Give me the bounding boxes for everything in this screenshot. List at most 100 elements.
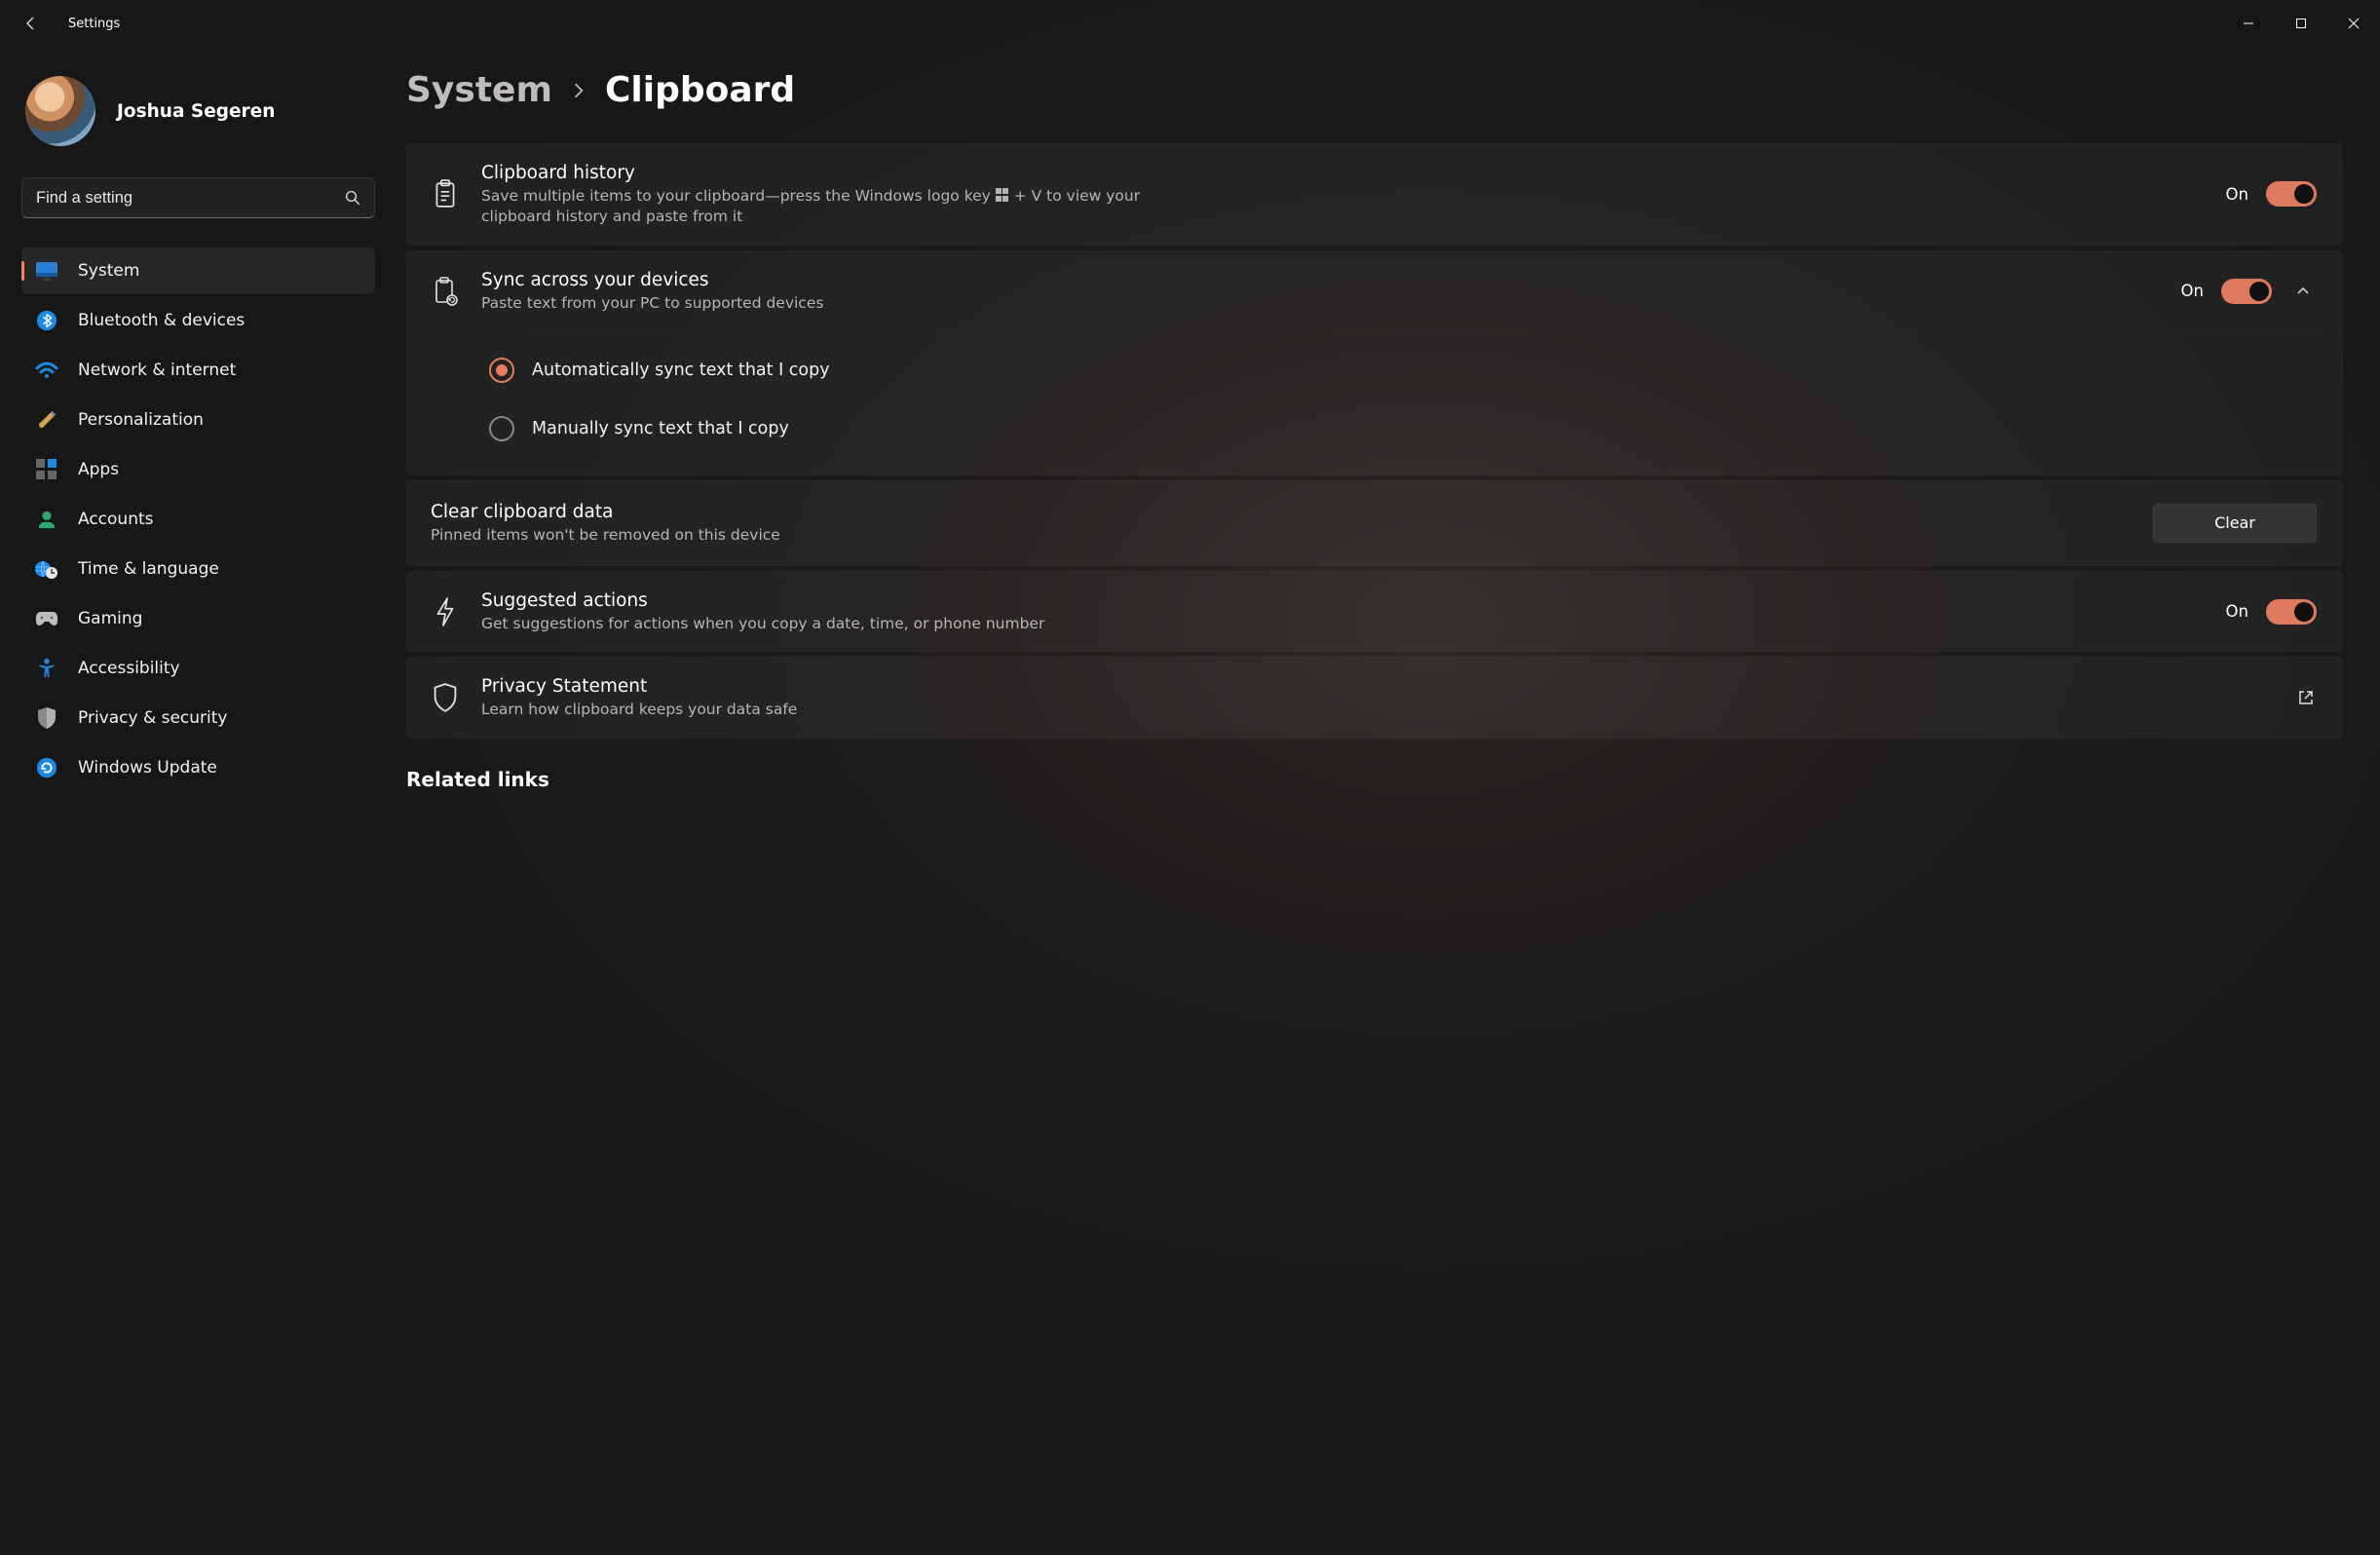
card-text: Privacy Statement Learn how clipboard ke… bbox=[481, 675, 2274, 720]
update-icon bbox=[35, 756, 58, 779]
windows-logo-icon bbox=[996, 188, 1009, 202]
radio-label: Manually sync text that I copy bbox=[532, 419, 789, 438]
card-title: Clear clipboard data bbox=[431, 501, 2153, 525]
sync-toggle[interactable] bbox=[2221, 279, 2272, 304]
search-wrap bbox=[21, 177, 375, 218]
close-button[interactable] bbox=[2327, 3, 2380, 44]
body: Joshua Segeren System Bluetooth & device… bbox=[0, 47, 2380, 1555]
card-text: Clipboard history Save multiple items to… bbox=[481, 162, 2205, 227]
clipboard-sync-icon bbox=[431, 277, 460, 306]
clear-button[interactable]: Clear bbox=[2153, 504, 2317, 543]
back-button[interactable] bbox=[21, 14, 41, 33]
nav-apps[interactable]: Apps bbox=[21, 446, 375, 493]
radio-auto-sync[interactable]: Automatically sync text that I copy bbox=[489, 358, 2317, 383]
card-sub: Pinned items won't be removed on this de… bbox=[431, 525, 1132, 546]
toggle-state: On bbox=[2226, 602, 2248, 621]
nav-gaming[interactable]: Gaming bbox=[21, 595, 375, 642]
breadcrumb-section[interactable]: System bbox=[406, 70, 552, 110]
bluetooth-icon bbox=[35, 309, 58, 332]
nav-network[interactable]: Network & internet bbox=[21, 347, 375, 394]
search-input[interactable] bbox=[21, 177, 375, 218]
nav-label: Time & language bbox=[78, 559, 219, 579]
nav-label: Accessibility bbox=[78, 659, 180, 678]
nav: System Bluetooth & devices Network & int… bbox=[21, 247, 375, 791]
settings-window: Settings Joshua Segeren System bbox=[0, 0, 2380, 1555]
row-right: On bbox=[2226, 181, 2317, 207]
clipboard-history-toggle[interactable] bbox=[2266, 181, 2317, 207]
shield-icon bbox=[35, 706, 58, 730]
display-icon bbox=[35, 259, 58, 283]
nav-update[interactable]: Windows Update bbox=[21, 744, 375, 791]
window-controls bbox=[2222, 3, 2380, 44]
card-text: Clear clipboard data Pinned items won't … bbox=[431, 501, 2153, 546]
card-privacy[interactable]: Privacy Statement Learn how clipboard ke… bbox=[406, 657, 2343, 739]
radio-label: Automatically sync text that I copy bbox=[532, 360, 830, 380]
nav-label: Apps bbox=[78, 460, 119, 479]
card-sub: Learn how clipboard keeps your data safe bbox=[481, 700, 1183, 720]
breadcrumb-page: Clipboard bbox=[605, 70, 795, 110]
card-text: Sync across your devices Paste text from… bbox=[481, 269, 2160, 314]
row-right: On bbox=[2181, 278, 2317, 305]
paintbrush-icon bbox=[35, 408, 58, 432]
gamepad-icon bbox=[35, 607, 58, 630]
nav-label: System bbox=[78, 261, 139, 281]
toggle-state: On bbox=[2226, 185, 2248, 204]
sync-options: Automatically sync text that I copy Manu… bbox=[407, 331, 2342, 474]
clock-globe-icon bbox=[35, 557, 58, 581]
nav-label: Privacy & security bbox=[78, 708, 228, 728]
maximize-button[interactable] bbox=[2275, 3, 2327, 44]
card-sub: Save multiple items to your clipboard—pr… bbox=[481, 186, 1183, 227]
card-row[interactable]: Sync across your devices Paste text from… bbox=[407, 251, 2342, 331]
card-sub: Get suggestions for actions when you cop… bbox=[481, 614, 1183, 634]
titlebar: Settings bbox=[0, 0, 2380, 47]
minimize-button[interactable] bbox=[2222, 3, 2275, 44]
nav-system[interactable]: System bbox=[21, 247, 375, 294]
collapse-button[interactable] bbox=[2289, 278, 2317, 305]
profile[interactable]: Joshua Segeren bbox=[21, 70, 375, 173]
wifi-icon bbox=[35, 359, 58, 382]
radio-button[interactable] bbox=[489, 416, 514, 441]
card-clear: Clear clipboard data Pinned items won't … bbox=[406, 480, 2343, 566]
card-sync: Sync across your devices Paste text from… bbox=[406, 250, 2343, 475]
card-clipboard-history: Clipboard history Save multiple items to… bbox=[406, 143, 2343, 246]
card-text: Suggested actions Get suggestions for ac… bbox=[481, 589, 2205, 634]
apps-icon bbox=[35, 458, 58, 481]
sidebar: Joshua Segeren System Bluetooth & device… bbox=[0, 47, 385, 1555]
card-sub: Paste text from your PC to supported dev… bbox=[481, 293, 1183, 314]
avatar bbox=[25, 76, 95, 146]
chevron-right-icon bbox=[570, 82, 587, 99]
suggested-toggle[interactable] bbox=[2266, 599, 2317, 625]
open-link-icon bbox=[2295, 687, 2317, 708]
radio-button[interactable] bbox=[489, 358, 514, 383]
nav-privacy[interactable]: Privacy & security bbox=[21, 695, 375, 741]
chevron-up-icon bbox=[2295, 284, 2311, 299]
toggle-state: On bbox=[2181, 282, 2204, 300]
nav-time[interactable]: Time & language bbox=[21, 546, 375, 592]
breadcrumb: System Clipboard bbox=[406, 70, 2343, 110]
app-title: Settings bbox=[68, 17, 120, 31]
nav-label: Windows Update bbox=[78, 758, 217, 778]
username: Joshua Segeren bbox=[117, 101, 275, 122]
card-title: Suggested actions bbox=[481, 589, 2205, 614]
nav-label: Network & internet bbox=[78, 360, 236, 380]
nav-label: Accounts bbox=[78, 510, 154, 529]
card-title: Clipboard history bbox=[481, 162, 2205, 186]
nav-label: Gaming bbox=[78, 609, 142, 628]
nav-label: Personalization bbox=[78, 410, 204, 430]
related-links-heading: Related links bbox=[406, 768, 2343, 791]
card-row: Clipboard history Save multiple items to… bbox=[407, 144, 2342, 245]
nav-label: Bluetooth & devices bbox=[78, 311, 245, 330]
clipboard-icon bbox=[431, 179, 460, 209]
main-content[interactable]: System Clipboard Clipboard history Save … bbox=[385, 47, 2380, 1555]
shield-outline-icon bbox=[431, 683, 460, 712]
accessibility-icon bbox=[35, 657, 58, 680]
nav-accessibility[interactable]: Accessibility bbox=[21, 645, 375, 692]
person-icon bbox=[35, 508, 58, 531]
card-title: Privacy Statement bbox=[481, 675, 2274, 700]
nav-personalization[interactable]: Personalization bbox=[21, 397, 375, 443]
row-right: On bbox=[2226, 599, 2317, 625]
nav-accounts[interactable]: Accounts bbox=[21, 496, 375, 543]
radio-manual-sync[interactable]: Manually sync text that I copy bbox=[489, 416, 2317, 441]
search-icon bbox=[344, 189, 361, 207]
nav-bluetooth[interactable]: Bluetooth & devices bbox=[21, 297, 375, 344]
